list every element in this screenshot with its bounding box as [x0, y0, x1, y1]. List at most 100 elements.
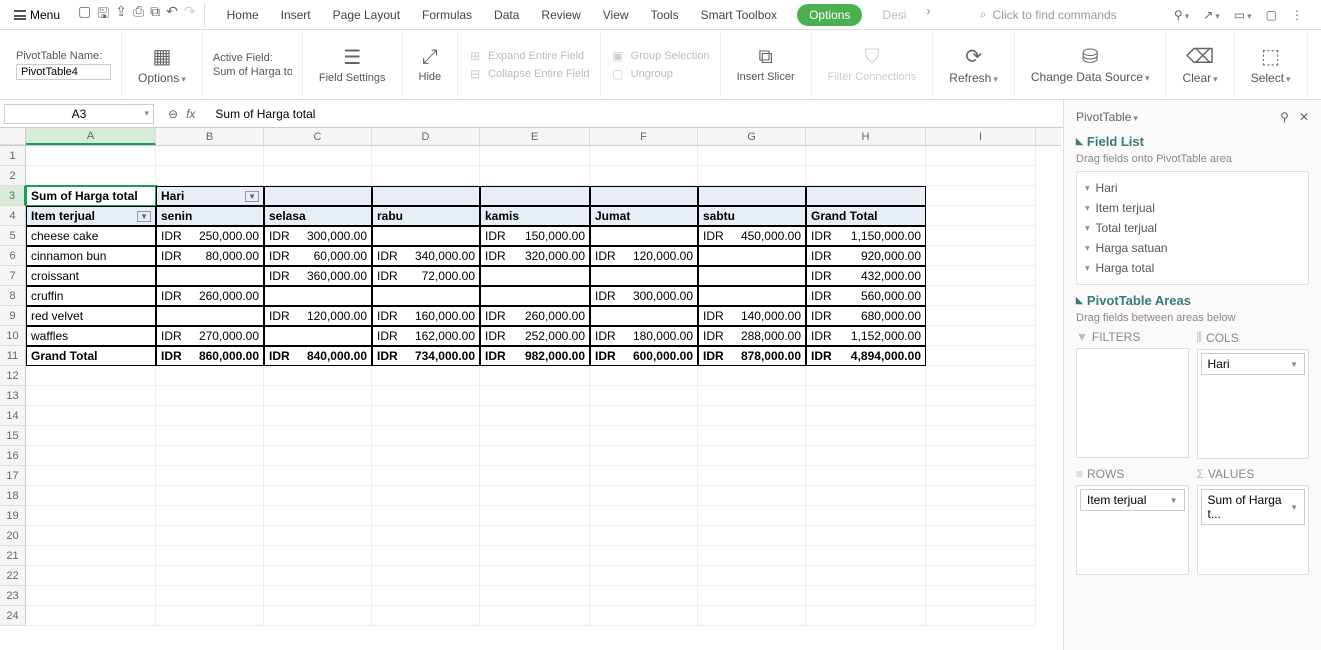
cell[interactable] [156, 486, 264, 506]
values-dropzone[interactable]: Sum of Harga t...▼ [1197, 485, 1310, 575]
cell[interactable]: IDR250,000.00 [156, 226, 264, 246]
cell[interactable]: IDR270,000.00 [156, 326, 264, 346]
col-header-F[interactable]: F [590, 128, 698, 145]
cell[interactable]: IDR260,000.00 [480, 306, 590, 326]
row-header[interactable]: 5 [0, 226, 26, 246]
cell[interactable] [926, 566, 1036, 586]
row-header[interactable]: 2 [0, 166, 26, 186]
cell[interactable]: sabtu [698, 206, 806, 226]
refresh-button[interactable]: ⟳Refresh▾ [943, 42, 1004, 87]
cell[interactable]: Hari▼ [156, 186, 264, 206]
cell[interactable] [926, 266, 1036, 286]
cell[interactable]: kamis [480, 206, 590, 226]
cell[interactable] [480, 146, 590, 166]
cell[interactable] [806, 446, 926, 466]
cell[interactable]: IDR360,000.00 [264, 266, 372, 286]
cell[interactable]: cheese cake [26, 226, 156, 246]
move-pt-button[interactable]: ↔Move Pivot Table [1318, 48, 1321, 64]
cell[interactable] [480, 526, 590, 546]
cell[interactable] [698, 386, 806, 406]
row-header[interactable]: 12 [0, 366, 26, 386]
select-all-corner[interactable] [0, 128, 26, 145]
cell[interactable] [480, 366, 590, 386]
cell[interactable] [926, 346, 1036, 366]
col-header-G[interactable]: G [698, 128, 806, 145]
cell[interactable]: IDR680,000.00 [806, 306, 926, 326]
scroll-right-icon[interactable]: › [926, 4, 930, 26]
cell[interactable] [26, 526, 156, 546]
cell[interactable] [26, 406, 156, 426]
cell[interactable] [698, 266, 806, 286]
rows-chip[interactable]: Item terjual▼ [1080, 489, 1185, 511]
save-icon[interactable]: 🖫 [97, 3, 109, 27]
cell[interactable] [698, 446, 806, 466]
cell[interactable] [806, 366, 926, 386]
cell[interactable]: IDR60,000.00 [264, 246, 372, 266]
field-settings-button[interactable]: ☰Field Settings [313, 43, 392, 86]
cell[interactable] [590, 486, 698, 506]
cell[interactable] [698, 506, 806, 526]
cell[interactable]: IDR120,000.00 [590, 246, 698, 266]
row-header[interactable]: 11 [0, 346, 26, 366]
cell[interactable] [698, 246, 806, 266]
cell[interactable]: IDR80,000.00 [156, 246, 264, 266]
col-header-A[interactable]: A [26, 128, 156, 145]
cell[interactable] [590, 166, 698, 186]
field-item[interactable]: Harga satuan [1083, 238, 1302, 258]
cell[interactable]: IDR288,000.00 [698, 326, 806, 346]
cell[interactable] [806, 606, 926, 626]
cell[interactable]: IDR920,000.00 [806, 246, 926, 266]
cell[interactable]: IDR1,152,000.00 [806, 326, 926, 346]
col-header-D[interactable]: D [372, 128, 480, 145]
cell[interactable]: IDR734,000.00 [372, 346, 480, 366]
tab-review[interactable]: Review [539, 4, 582, 26]
cell[interactable] [372, 286, 480, 306]
row-header[interactable]: 14 [0, 406, 26, 426]
cell[interactable] [590, 306, 698, 326]
row-header[interactable]: 9 [0, 306, 26, 326]
cell[interactable]: IDR180,000.00 [590, 326, 698, 346]
cell[interactable] [590, 526, 698, 546]
cell[interactable] [590, 186, 698, 206]
cell[interactable] [480, 506, 590, 526]
cell[interactable] [698, 546, 806, 566]
cell[interactable] [372, 446, 480, 466]
cell[interactable] [372, 226, 480, 246]
cell[interactable] [264, 486, 372, 506]
cell[interactable] [926, 186, 1036, 206]
cell[interactable]: rabu [372, 206, 480, 226]
cell[interactable] [264, 286, 372, 306]
cell[interactable] [26, 586, 156, 606]
tab-pagelayout[interactable]: Page Layout [331, 4, 402, 26]
cell[interactable] [264, 146, 372, 166]
fx-icon[interactable]: fx [186, 107, 195, 121]
filters-dropzone[interactable] [1076, 348, 1189, 458]
insert-slicer-button[interactable]: ⧉Insert Slicer [731, 44, 801, 85]
cell[interactable] [806, 506, 926, 526]
cell[interactable] [590, 566, 698, 586]
cell[interactable] [156, 606, 264, 626]
cell[interactable] [698, 486, 806, 506]
cell[interactable] [926, 406, 1036, 426]
cell[interactable] [156, 566, 264, 586]
cell[interactable] [806, 386, 926, 406]
row-header[interactable]: 23 [0, 586, 26, 606]
cell[interactable]: selasa [264, 206, 372, 226]
cell[interactable]: senin [156, 206, 264, 226]
cell[interactable] [264, 166, 372, 186]
col-header-I[interactable]: I [926, 128, 1036, 145]
cell[interactable] [156, 446, 264, 466]
cell[interactable] [26, 606, 156, 626]
print-icon[interactable]: ⎙ [133, 3, 144, 27]
cell[interactable] [372, 526, 480, 546]
cell[interactable] [264, 406, 372, 426]
cell[interactable] [698, 286, 806, 306]
col-header-E[interactable]: E [480, 128, 590, 145]
pt-name-input[interactable] [16, 64, 111, 80]
tab-options[interactable]: Options [797, 4, 862, 26]
cell[interactable] [698, 586, 806, 606]
cell[interactable]: waffles [26, 326, 156, 346]
cell[interactable] [806, 486, 926, 506]
tab-data[interactable]: Data [492, 4, 521, 26]
redo-icon[interactable]: ↷ [184, 3, 196, 27]
